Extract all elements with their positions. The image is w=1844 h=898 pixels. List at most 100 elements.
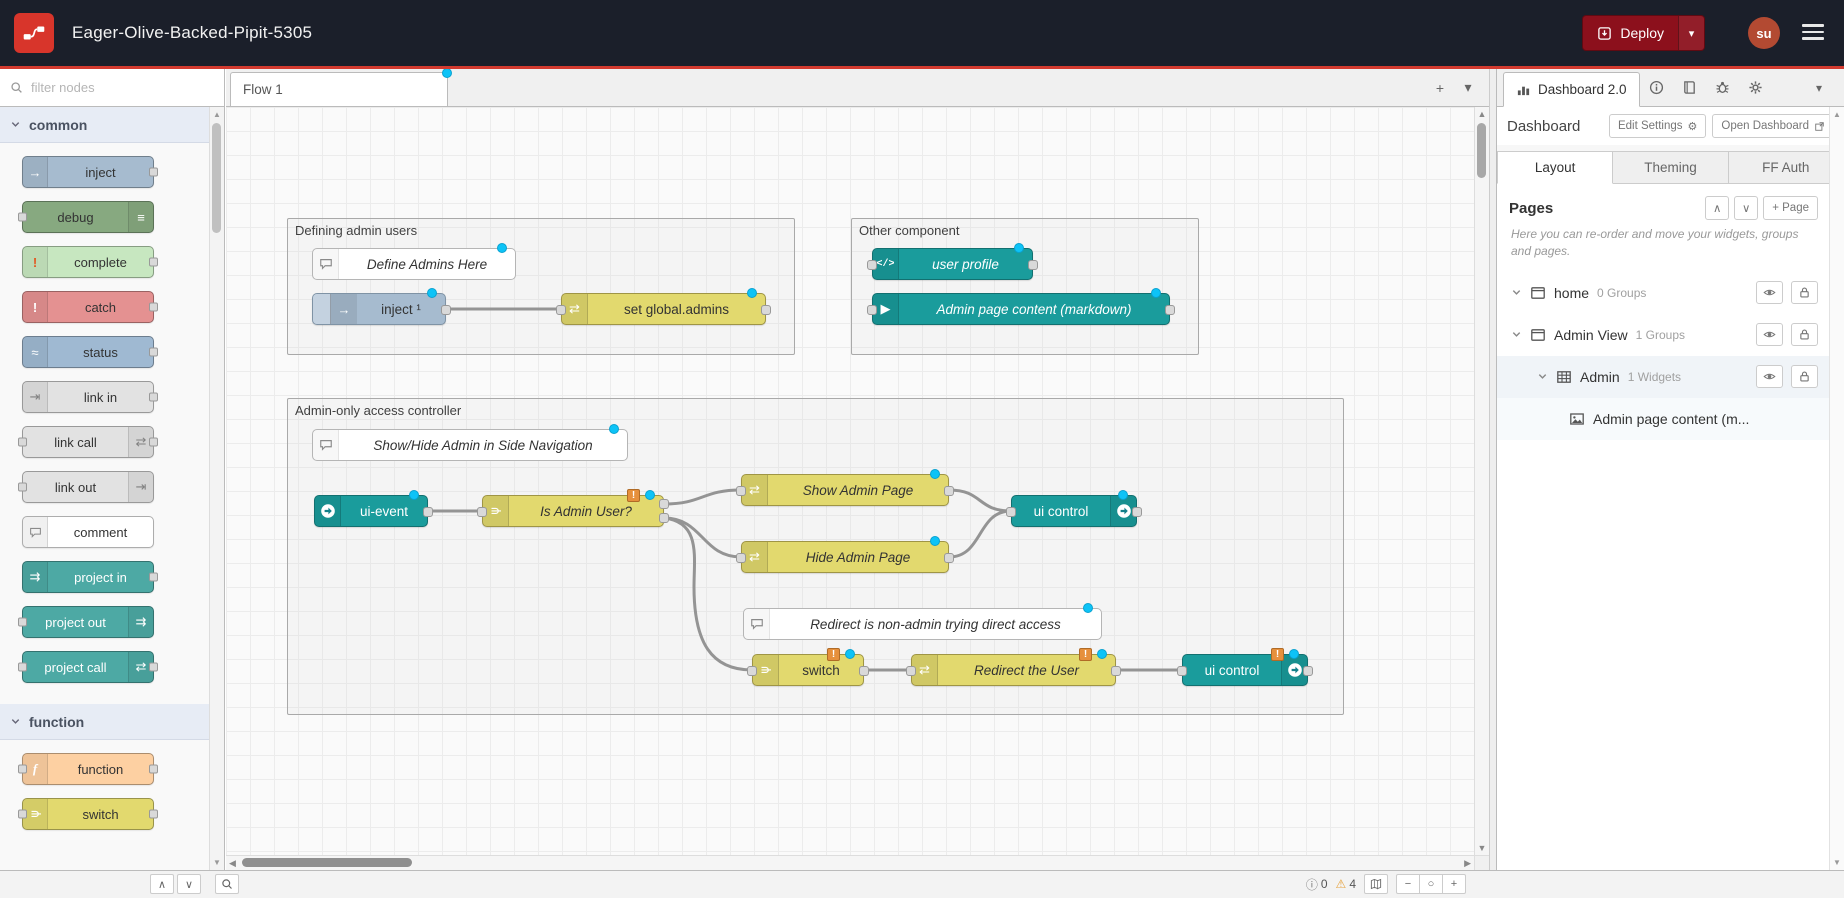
widget-row-admin-page-content[interactable]: Admin page content (m...: [1497, 398, 1844, 440]
port-in[interactable]: [736, 486, 746, 496]
sidebar-tab-list-button[interactable]: ▾: [1812, 69, 1826, 106]
port-out[interactable]: [859, 666, 869, 676]
user-avatar[interactable]: su: [1748, 17, 1780, 49]
scroll-up-icon[interactable]: ▲: [1475, 109, 1489, 119]
node-hide-admin-page[interactable]: ⇄ Hide Admin Page: [741, 541, 949, 573]
visibility-button[interactable]: [1756, 323, 1783, 346]
minimap-toggle-button[interactable]: [1364, 874, 1388, 894]
scroll-left-icon[interactable]: ◀: [229, 858, 236, 869]
scroll-down-icon[interactable]: ▼: [1475, 843, 1489, 853]
zoom-in-button[interactable]: +: [1442, 874, 1466, 894]
port-in[interactable]: [867, 260, 877, 270]
palette-collapse-button[interactable]: ∧: [150, 874, 174, 894]
expand-all-button[interactable]: ∨: [1734, 196, 1758, 220]
port-out-1[interactable]: [659, 499, 669, 509]
comment-define-admins-here[interactable]: Define Admins Here: [312, 248, 516, 280]
port-in[interactable]: [906, 666, 916, 676]
port-out[interactable]: [1165, 305, 1175, 315]
flow-list-button[interactable]: ▾: [1455, 75, 1481, 101]
node-admin-page-content[interactable]: ▶ Admin page content (markdown): [872, 293, 1170, 325]
port-out[interactable]: [1132, 507, 1142, 517]
palette-node-inject[interactable]: → inject: [22, 156, 154, 188]
palette-node-switch[interactable]: ⋔ switch: [22, 798, 154, 830]
palette-scroll-thumb[interactable]: [212, 123, 221, 233]
vertical-scroll-thumb[interactable]: [1477, 123, 1486, 178]
palette-scrollbar[interactable]: ▲ ▼: [209, 107, 224, 870]
palette-category-common[interactable]: common: [0, 107, 209, 143]
palette-node-status[interactable]: ≈ status: [22, 336, 154, 368]
scroll-down-icon[interactable]: ▼: [1830, 858, 1844, 867]
node-redirect-the-user[interactable]: ⇄ Redirect the User !: [911, 654, 1116, 686]
tab-config-nodes[interactable]: [1739, 69, 1772, 106]
warning-count[interactable]: ⚠ 4: [1336, 877, 1356, 891]
port-in[interactable]: [477, 507, 487, 517]
node-ui-control-2[interactable]: ui control !: [1182, 654, 1308, 686]
tab-dashboard-2[interactable]: Dashboard 2.0: [1503, 72, 1640, 107]
port-out[interactable]: [944, 486, 954, 496]
palette-node-function[interactable]: f function: [22, 753, 154, 785]
main-menu-button[interactable]: [1802, 24, 1824, 40]
node-ui-control-1[interactable]: ui control: [1011, 495, 1137, 527]
tab-theming[interactable]: Theming: [1613, 151, 1728, 184]
palette-node-project-call[interactable]: ⇄ project call: [22, 651, 154, 683]
group-row-admin[interactable]: Admin 1 Widgets: [1497, 356, 1844, 398]
palette-node-comment[interactable]: comment: [22, 516, 154, 548]
lock-button[interactable]: [1791, 323, 1818, 346]
port-out[interactable]: [441, 305, 451, 315]
open-dashboard-button[interactable]: Open Dashboard: [1712, 114, 1834, 138]
group-defining-admin-users[interactable]: Defining admin users: [287, 218, 795, 355]
port-out[interactable]: [1303, 666, 1313, 676]
node-set-global-admins[interactable]: ⇄ set global.admins: [561, 293, 766, 325]
node-ui-event[interactable]: ui-event: [314, 495, 428, 527]
port-in[interactable]: [1177, 666, 1187, 676]
palette-expand-button[interactable]: ∨: [177, 874, 201, 894]
node-show-admin-page[interactable]: ⇄ Show Admin Page: [741, 474, 949, 506]
port-out[interactable]: [423, 507, 433, 517]
port-out[interactable]: [761, 305, 771, 315]
port-in[interactable]: [747, 666, 757, 676]
deploy-options-button[interactable]: ▾: [1678, 16, 1704, 50]
tab-ff-auth[interactable]: FF Auth: [1729, 151, 1844, 184]
zoom-out-button[interactable]: −: [1396, 874, 1420, 894]
palette-node-link-in[interactable]: ⇥ link in: [22, 381, 154, 413]
horizontal-scroll-thumb[interactable]: [242, 858, 412, 867]
canvas-vertical-scrollbar[interactable]: ▲ ▼: [1474, 107, 1489, 855]
comment-redirect-non-admin[interactable]: Redirect is non-admin trying direct acce…: [743, 608, 1102, 640]
error-count[interactable]: ⓘ 0: [1306, 876, 1328, 893]
port-in[interactable]: [1006, 507, 1016, 517]
lock-button[interactable]: [1791, 365, 1818, 388]
scroll-right-icon[interactable]: ▶: [1464, 858, 1471, 869]
flow-tab[interactable]: Flow 1: [230, 72, 448, 106]
flow-canvas[interactable]: Defining admin users Other component Adm…: [226, 107, 1489, 870]
palette-node-link-call[interactable]: ⇄ link call: [22, 426, 154, 458]
visibility-button[interactable]: [1756, 281, 1783, 304]
collapse-all-button[interactable]: ∧: [1705, 196, 1729, 220]
node-inject[interactable]: → inject ¹: [312, 293, 446, 325]
palette-node-project-in[interactable]: ⇉ project in: [22, 561, 154, 593]
scroll-up-icon[interactable]: ▲: [1830, 110, 1844, 119]
palette-search-input[interactable]: filter nodes: [0, 69, 224, 107]
port-out[interactable]: [1028, 260, 1038, 270]
port-in[interactable]: [736, 553, 746, 563]
page-row-admin-view[interactable]: Admin View 1 Groups: [1497, 314, 1844, 356]
scroll-up-icon[interactable]: ▲: [210, 110, 224, 119]
visibility-button[interactable]: [1756, 365, 1783, 388]
tab-debug[interactable]: [1706, 69, 1739, 106]
canvas-search-button[interactable]: [215, 874, 239, 894]
add-page-button[interactable]: + Page: [1763, 196, 1818, 220]
sidebar-resize-handle[interactable]: [1489, 69, 1496, 870]
palette-node-complete[interactable]: ! complete: [22, 246, 154, 278]
tab-help[interactable]: [1673, 69, 1706, 106]
port-out[interactable]: [1111, 666, 1121, 676]
port-out-2[interactable]: [659, 513, 669, 523]
zoom-reset-button[interactable]: ○: [1419, 874, 1443, 894]
palette-node-catch[interactable]: ! catch: [22, 291, 154, 323]
node-is-admin-user[interactable]: ⋔ Is Admin User? !: [482, 495, 664, 527]
inject-trigger-button[interactable]: [313, 294, 331, 324]
port-in[interactable]: [867, 305, 877, 315]
palette-category-function[interactable]: function: [0, 704, 209, 740]
port-out[interactable]: [944, 553, 954, 563]
tab-layout[interactable]: Layout: [1497, 151, 1613, 184]
tab-info[interactable]: [1640, 69, 1673, 106]
group-other-component[interactable]: Other component: [851, 218, 1199, 355]
